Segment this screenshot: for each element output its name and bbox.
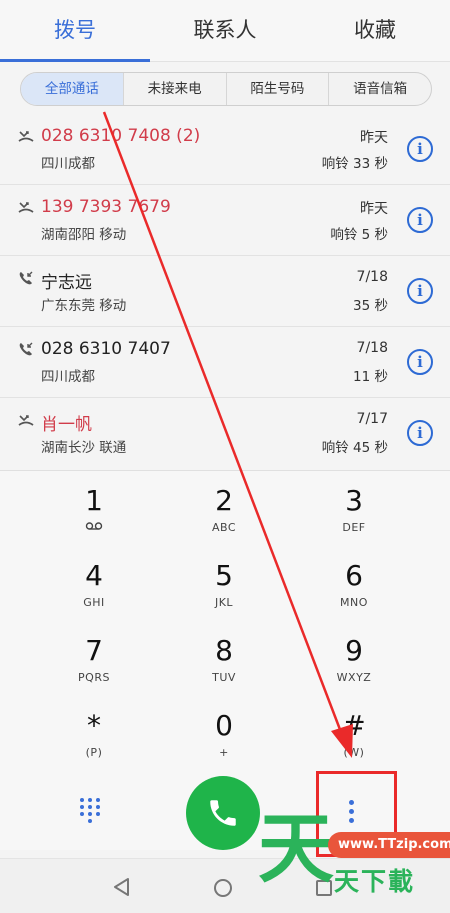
site-watermark-logo: 天 www.TTzip.com 天下載: [258, 804, 450, 898]
key-letters: PQRS: [78, 671, 110, 684]
key-digit: 8: [215, 634, 233, 667]
call-duration: 响铃 45 秒: [321, 440, 388, 456]
tab-dialer[interactable]: 拨号: [0, 0, 150, 62]
key-digit: 3: [345, 484, 363, 517]
call-duration: 响铃 33 秒: [321, 156, 388, 172]
key-letters: DEF: [342, 521, 366, 534]
voicemail-icon: [29, 521, 159, 534]
incoming-call-icon: [18, 270, 36, 288]
key-digit: 4: [85, 559, 103, 592]
info-icon[interactable]: i: [407, 420, 433, 446]
info-icon[interactable]: i: [407, 278, 433, 304]
caller-location: 四川成都: [41, 369, 95, 385]
key-digit: 5: [215, 559, 233, 592]
info-icon[interactable]: i: [407, 349, 433, 375]
key-2[interactable]: 2 ABC: [159, 477, 289, 552]
caller-name: 028 6310 7408 (2): [41, 126, 201, 146]
key-digit: 0: [215, 709, 233, 742]
nav-home-icon[interactable]: [214, 879, 232, 897]
call-log-list: 028 6310 7408 (2) 四川成都 昨天 响铃 33 秒 i 139 …: [0, 114, 450, 469]
phone-icon: [210, 800, 236, 826]
filter-all-calls[interactable]: 全部通话: [21, 73, 123, 105]
call-date: 昨天: [360, 130, 388, 146]
missed-call-icon: [18, 199, 36, 217]
call-duration: 35 秒: [353, 298, 388, 314]
call-log-row[interactable]: 宁志远 广东东莞 移动 7/18 35 秒 i: [0, 256, 450, 327]
caller-location: 湖南长沙 联通: [41, 440, 127, 456]
watermark-url: www.TTzip.com: [328, 832, 450, 858]
key-5[interactable]: 5 JKL: [159, 552, 289, 627]
call-duration: 11 秒: [353, 369, 388, 385]
watermark-big-char: 天: [258, 804, 334, 893]
key-9[interactable]: 9 WXYZ: [289, 627, 419, 702]
call-date: 昨天: [360, 201, 388, 217]
key-0[interactable]: 0 +: [159, 702, 289, 777]
key-hash[interactable]: # (W): [289, 702, 419, 777]
call-filter-segment: 全部通话 未接来电 陌生号码 语音信箱: [20, 72, 432, 106]
key-digit: *: [87, 709, 101, 742]
filter-unknown-numbers[interactable]: 陌生号码: [225, 73, 329, 105]
key-letters: JKL: [214, 596, 234, 609]
key-letters: (W): [343, 746, 365, 759]
key-digit: 1: [85, 484, 103, 517]
call-log-row[interactable]: 028 6310 7407 四川成都 7/18 11 秒 i: [0, 327, 450, 398]
key-letters: TUV: [212, 671, 236, 684]
watermark-text: 天下載: [334, 867, 416, 896]
caller-location: 广东东莞 移动: [41, 298, 127, 314]
key-3[interactable]: 3 DEF: [289, 477, 419, 552]
key-1[interactable]: 1: [29, 477, 159, 552]
key-letters: (P): [85, 746, 103, 759]
call-duration: 响铃 5 秒: [330, 227, 388, 243]
top-tab-bar: 拨号 联系人 收藏: [0, 0, 450, 62]
info-icon[interactable]: i: [407, 136, 433, 162]
caller-name: 139 7393 7679: [41, 197, 171, 217]
incoming-call-icon: [18, 341, 36, 359]
key-letters: +: [219, 746, 229, 759]
key-digit: 2: [215, 484, 233, 517]
call-date: 7/17: [356, 411, 388, 427]
nav-back-icon[interactable]: [112, 877, 132, 897]
info-icon[interactable]: i: [407, 207, 433, 233]
call-date: 7/18: [356, 340, 388, 356]
key-7[interactable]: 7 PQRS: [29, 627, 159, 702]
key-6[interactable]: 6 MNO: [289, 552, 419, 627]
key-4[interactable]: 4 GHI: [29, 552, 159, 627]
call-log-row[interactable]: 028 6310 7408 (2) 四川成都 昨天 响铃 33 秒 i: [0, 114, 450, 185]
call-button[interactable]: [186, 776, 260, 850]
caller-name: 宁志远: [41, 273, 92, 293]
filter-missed-calls[interactable]: 未接来电: [122, 73, 226, 105]
missed-call-icon: [18, 412, 36, 430]
dial-keypad: 1 2 ABC 3 DEF 4 GHI 5 JKL 6 MNO 7 PQRS 8…: [0, 470, 450, 770]
key-letters: GHI: [83, 596, 105, 609]
key-8[interactable]: 8 TUV: [159, 627, 289, 702]
key-digit: 6: [345, 559, 363, 592]
call-log-row[interactable]: 139 7393 7679 湖南邵阳 移动 昨天 响铃 5 秒 i: [0, 185, 450, 256]
caller-name: 肖一帆: [41, 415, 92, 435]
key-digit: 7: [85, 634, 103, 667]
key-letters: MNO: [340, 596, 368, 609]
key-digit: 9: [345, 634, 363, 667]
call-date: 7/18: [356, 269, 388, 285]
tab-favorites[interactable]: 收藏: [300, 0, 450, 61]
key-digit: #: [342, 709, 366, 742]
caller-name: 028 6310 7407: [41, 339, 171, 359]
missed-call-icon: [18, 128, 36, 146]
tab-contacts[interactable]: 联系人: [150, 0, 300, 61]
caller-location: 四川成都: [41, 156, 95, 172]
dialpad-icon[interactable]: [80, 798, 104, 824]
key-star[interactable]: * (P): [29, 702, 159, 777]
caller-location: 湖南邵阳 移动: [41, 227, 127, 243]
key-letters: WXYZ: [336, 671, 372, 684]
key-letters: ABC: [211, 521, 237, 534]
filter-voicemail[interactable]: 语音信箱: [328, 73, 431, 105]
call-log-row[interactable]: 肖一帆 湖南长沙 联通 7/17 响铃 45 秒 i: [0, 398, 450, 469]
